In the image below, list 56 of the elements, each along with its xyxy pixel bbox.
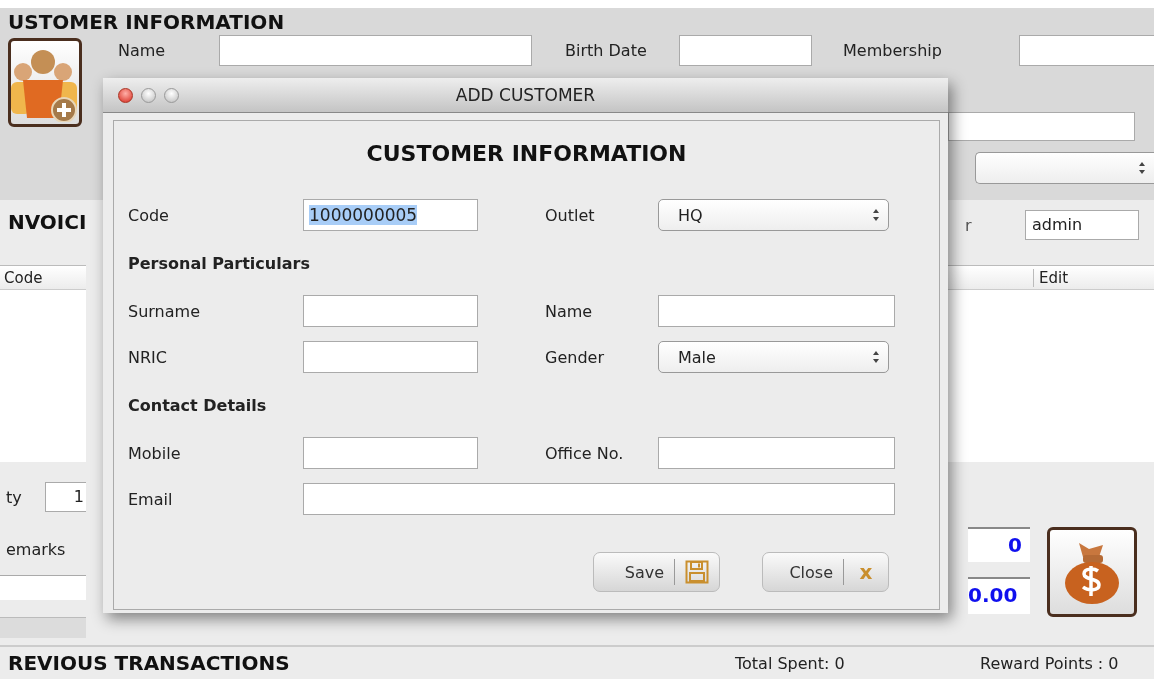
field-label: Name xyxy=(545,301,594,321)
column-header: Code xyxy=(4,268,43,287)
dialog-button[interactable]: Close x xyxy=(762,552,889,592)
column-header: Edit xyxy=(1033,268,1069,287)
field-label: emarks xyxy=(6,540,67,559)
remarks-field[interactable] xyxy=(0,575,86,600)
input-field[interactable] xyxy=(303,483,895,515)
input-field[interactable] xyxy=(303,295,478,327)
up-down-arrows-icon xyxy=(872,208,880,222)
input-field[interactable] xyxy=(303,341,478,373)
input-field[interactable] xyxy=(219,35,532,66)
dropdown[interactable] xyxy=(975,152,1154,184)
field-label: Surname xyxy=(128,301,201,321)
field-label: Outlet xyxy=(545,205,596,225)
user-field[interactable]: admin xyxy=(1025,210,1139,240)
input-field[interactable]: 1000000005 xyxy=(303,199,478,231)
input-field[interactable] xyxy=(658,295,895,327)
section-label: Personal Particulars xyxy=(128,253,310,273)
up-down-arrows-icon xyxy=(1138,161,1146,175)
section-heading: NVOICI xyxy=(8,210,86,232)
input-field[interactable] xyxy=(679,35,812,66)
minimize-window-button[interactable] xyxy=(141,87,156,103)
field-label: Name xyxy=(118,41,167,60)
section-label: Contact Details xyxy=(128,395,267,415)
input-field[interactable] xyxy=(658,437,895,469)
field-label: Office No. xyxy=(545,443,625,463)
count-field: 0 xyxy=(968,527,1030,562)
field-label: Gender xyxy=(545,347,605,367)
field-label: ty xyxy=(6,487,23,507)
dialog-button[interactable]: Save xyxy=(593,552,720,592)
zoom-window-button[interactable] xyxy=(164,87,179,103)
window-title: ADD CUSTOMER xyxy=(455,85,596,105)
section-heading: USTOMER INFORMATION xyxy=(8,9,285,34)
add-customer-button[interactable] xyxy=(8,38,82,127)
field-label: Code xyxy=(128,205,170,225)
field-label: r xyxy=(965,215,973,235)
close-window-button[interactable] xyxy=(118,87,133,103)
dropdown[interactable]: Male xyxy=(658,341,889,373)
up-down-arrows-icon xyxy=(872,350,880,364)
form-heading: CUSTOMER INFORMATION xyxy=(365,140,688,168)
quantity-field[interactable]: 1 xyxy=(44,482,86,512)
dropdown[interactable]: HQ xyxy=(658,199,889,231)
field-label: Birth Date xyxy=(565,41,648,60)
total-field: 0.00 xyxy=(968,577,1030,614)
input-field[interactable] xyxy=(1019,35,1154,66)
field-label: Email xyxy=(128,489,174,509)
reward-points-text: Reward Points : 0 xyxy=(980,653,1119,673)
field-label: Membership xyxy=(843,41,942,60)
input-field[interactable] xyxy=(303,437,478,469)
section-heading: REVIOUS TRANSACTIONS xyxy=(8,651,291,675)
scroll-bar[interactable] xyxy=(0,617,86,638)
field-label: NRIC xyxy=(128,347,168,367)
total-spent-text: Total Spent: 0 xyxy=(735,653,846,673)
input-field[interactable] xyxy=(948,112,1135,141)
field-label: Mobile xyxy=(128,443,182,463)
payment-button[interactable] xyxy=(1047,527,1137,617)
